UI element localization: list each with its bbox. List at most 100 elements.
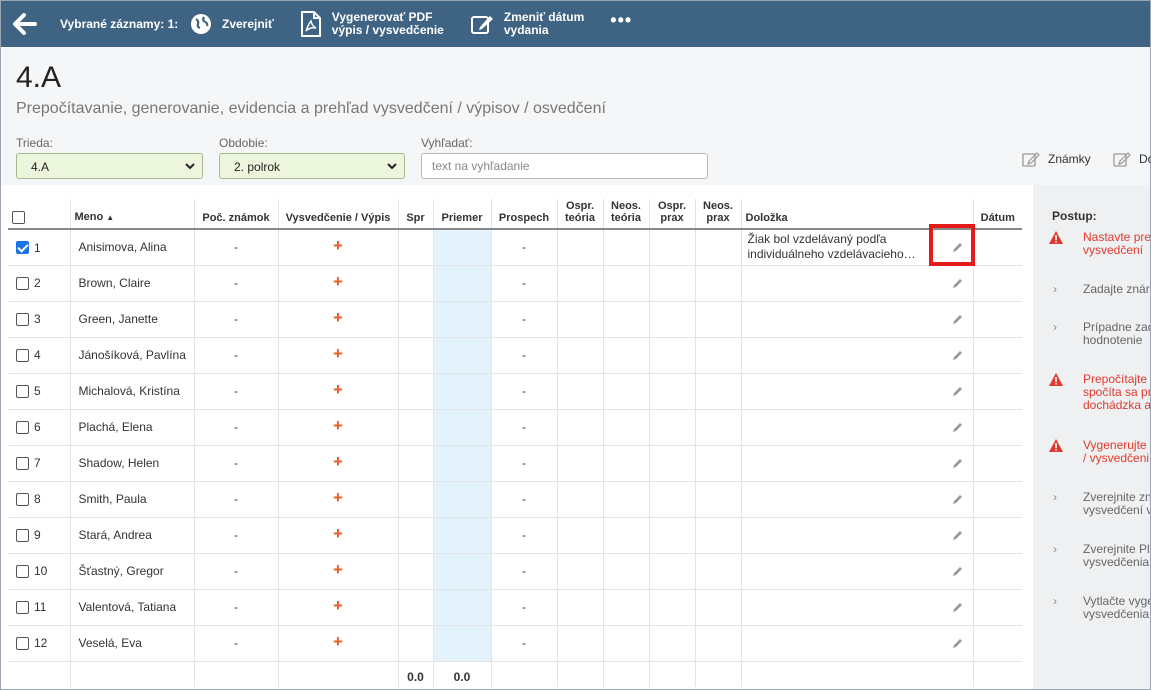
pencil-icon[interactable] [952, 386, 963, 397]
step-text: Vytlačte vyge vysvedčenia [1083, 595, 1150, 621]
unexcused-theory-line2: teória [611, 212, 641, 224]
add-certificate-icon[interactable]: + [333, 380, 343, 399]
table-row[interactable]: 9 Stará, Andrea - + - [8, 517, 1022, 554]
pencil-icon[interactable] [952, 278, 963, 289]
procedure-step[interactable]: Vygenerujte / vysvedčeni [1049, 439, 1149, 465]
add-certificate-icon[interactable]: + [333, 560, 343, 579]
clause-cell [740, 409, 973, 446]
procedure-step[interactable]: Nastavte pre vysvedčení [1049, 231, 1150, 257]
excused-theory-cell [556, 337, 603, 374]
pencil-icon[interactable] [952, 530, 963, 541]
excused-practice-line2: prax [660, 212, 684, 224]
grades-link[interactable]: Známky [1022, 151, 1091, 167]
change-date-button[interactable]: Zmeniť dátum vydania [470, 11, 584, 37]
table-row[interactable]: 10 Šťastný, Gregor - + - [8, 553, 1022, 590]
name-column-header[interactable]: Meno ▲ [69, 199, 194, 230]
add-certificate-icon[interactable]: + [333, 632, 343, 651]
procedure-step[interactable]: › Zverejnite Pl vysvedčenia [1049, 543, 1150, 569]
add-certificate-icon[interactable]: + [333, 308, 343, 327]
table-row[interactable]: 5 Michalová, Kristína - + - [8, 373, 1022, 410]
row-checkbox[interactable] [16, 241, 29, 255]
step-icon-wrap [1049, 439, 1083, 465]
back-button[interactable] [1, 1, 49, 47]
excused-theory-line2: teória [565, 212, 595, 224]
more-options-button[interactable]: ••• [610, 10, 632, 31]
table-row[interactable]: 8 Smith, Paula - + - [8, 481, 1022, 518]
procedure-step[interactable]: Prepočítajte spočíta sa pr dochádzka a [1049, 373, 1150, 412]
spr-cell [397, 409, 433, 446]
unexcused-practice-line2: prax [706, 212, 730, 224]
table-row[interactable]: 2 Brown, Claire - + - [8, 265, 1022, 302]
row-checkbox[interactable] [16, 384, 29, 398]
pencil-icon[interactable] [952, 566, 963, 577]
pencil-icon[interactable] [952, 494, 963, 505]
progress-cell: - [490, 265, 557, 302]
pencil-icon[interactable] [952, 602, 963, 613]
generate-pdf-button[interactable]: Vygenerovať PDF výpis / vysvedčenie [300, 11, 444, 37]
search-input[interactable]: text na vyhľadanie [421, 153, 708, 179]
procedure-step[interactable]: › Vytlačte vyge vysvedčenia [1049, 595, 1150, 621]
row-checkbox[interactable] [16, 636, 29, 650]
unexcused-practice-column-header: Neos. prax [694, 199, 741, 230]
add-certificate-icon[interactable]: + [333, 452, 343, 471]
add-certificate-icon[interactable]: + [333, 416, 343, 435]
row-checkbox[interactable] [16, 528, 29, 542]
chevron-down-icon [185, 163, 195, 170]
chevron-right-icon: › [1053, 490, 1057, 504]
date-cell [972, 517, 1022, 554]
student-name: Šťastný, Gregor [69, 553, 194, 590]
row-checkbox[interactable] [16, 456, 29, 470]
row-checkbox[interactable] [16, 348, 29, 362]
pencil-icon[interactable] [952, 350, 963, 361]
excused-practice-cell [648, 481, 695, 518]
table-row[interactable]: 6 Plachá, Elena - + - [8, 409, 1022, 446]
student-name: Veselá, Eva [69, 625, 194, 662]
step-text: Nastavte pre vysvedčení [1083, 231, 1150, 257]
add-certificate-icon[interactable]: + [333, 596, 343, 615]
date-cell [972, 409, 1022, 446]
add-certificate-icon[interactable]: + [333, 488, 343, 507]
period-select[interactable]: 2. polrok [219, 153, 405, 179]
row-checkbox[interactable] [16, 312, 29, 326]
publish-button[interactable]: Zverejniť [190, 13, 274, 35]
add-certificate-icon[interactable]: + [333, 524, 343, 543]
row-number: 2 [34, 276, 41, 291]
pencil-icon[interactable] [952, 458, 963, 469]
row-checkbox[interactable] [16, 600, 29, 614]
step-text: Vygenerujte / vysvedčeni [1083, 439, 1149, 465]
unexcused-practice-cell [694, 337, 741, 374]
row-checkbox[interactable] [16, 492, 29, 506]
table-row[interactable]: 4 Jánošíková, Pavlína - + - [8, 337, 1022, 374]
class-select[interactable]: 4.A [16, 153, 203, 179]
average-total: 0.0 [432, 660, 491, 687]
excused-theory-cell [556, 409, 603, 446]
footer-cell [8, 660, 70, 687]
pencil-icon[interactable] [952, 314, 963, 325]
second-link[interactable]: Do [1113, 151, 1151, 167]
select-all-checkbox[interactable] [12, 211, 25, 224]
table-row[interactable]: 11 Valentová, Tatiana - + - [8, 589, 1022, 626]
table-row[interactable]: 12 Veselá, Eva - + - [8, 625, 1022, 662]
table-row[interactable]: 7 Shadow, Helen - + - [8, 445, 1022, 482]
add-certificate-icon[interactable]: + [333, 236, 343, 255]
procedure-step[interactable]: › Zverejnite zn vysvedčení v [1049, 491, 1150, 517]
step-line2: vysvedčenia [1083, 607, 1150, 621]
pencil-icon[interactable] [952, 638, 963, 649]
row-checkbox[interactable] [16, 564, 29, 578]
excused-practice-cell [648, 517, 695, 554]
add-certificate-icon[interactable]: + [333, 272, 343, 291]
procedure-step[interactable]: › Zadajte znár [1049, 283, 1150, 296]
row-checkbox[interactable] [16, 276, 29, 290]
average-cell [432, 481, 491, 518]
add-certificate-icon[interactable]: + [333, 344, 343, 363]
footer-cell [740, 660, 973, 687]
table-row[interactable]: 1 Anisimova, Alina - + - Žiak bol vzdelávaný … [8, 229, 1022, 266]
excused-practice-cell [648, 625, 695, 662]
procedure-step[interactable]: › Prípadne zad hodnotenie [1049, 321, 1150, 347]
row-number: 9 [34, 528, 41, 543]
pencil-icon[interactable] [952, 422, 963, 433]
row-checkbox[interactable] [16, 420, 29, 434]
unexcused-theory-cell [602, 589, 649, 626]
unexcused-theory-cell [602, 625, 649, 662]
table-row[interactable]: 3 Green, Janette - + - [8, 301, 1022, 338]
